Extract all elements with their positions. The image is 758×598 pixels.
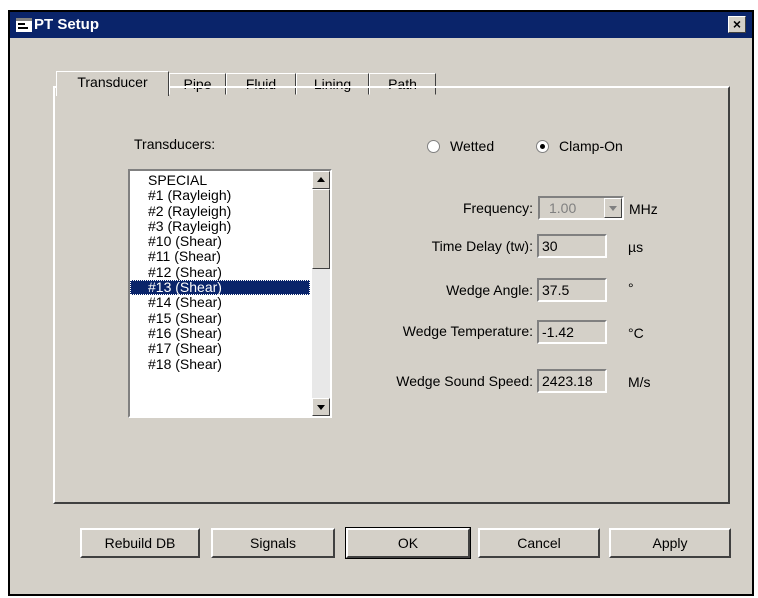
ok-button[interactable]: OK: [345, 527, 471, 559]
title-bar[interactable]: PT Setup ×: [10, 12, 752, 38]
ok-label: OK: [397, 535, 419, 551]
apply-button[interactable]: Apply: [609, 528, 731, 558]
close-button[interactable]: ×: [728, 16, 746, 33]
transducer-tab-panel: [53, 86, 730, 504]
signals-label: Signals: [250, 535, 296, 551]
cancel-button[interactable]: Cancel: [478, 528, 600, 558]
rebuild-db-label: Rebuild DB: [104, 535, 176, 551]
rebuild-db-button[interactable]: Rebuild DB: [80, 528, 200, 558]
close-icon: ×: [732, 16, 742, 32]
apply-label: Apply: [652, 535, 688, 551]
tab-transducer-label: Transducer: [77, 74, 148, 90]
signals-button[interactable]: Signals: [211, 528, 335, 558]
tab-transducer[interactable]: Transducer: [56, 71, 169, 96]
window-title: PT Setup: [34, 16, 100, 33]
app-icon: [16, 18, 32, 32]
cancel-label: Cancel: [517, 535, 561, 551]
